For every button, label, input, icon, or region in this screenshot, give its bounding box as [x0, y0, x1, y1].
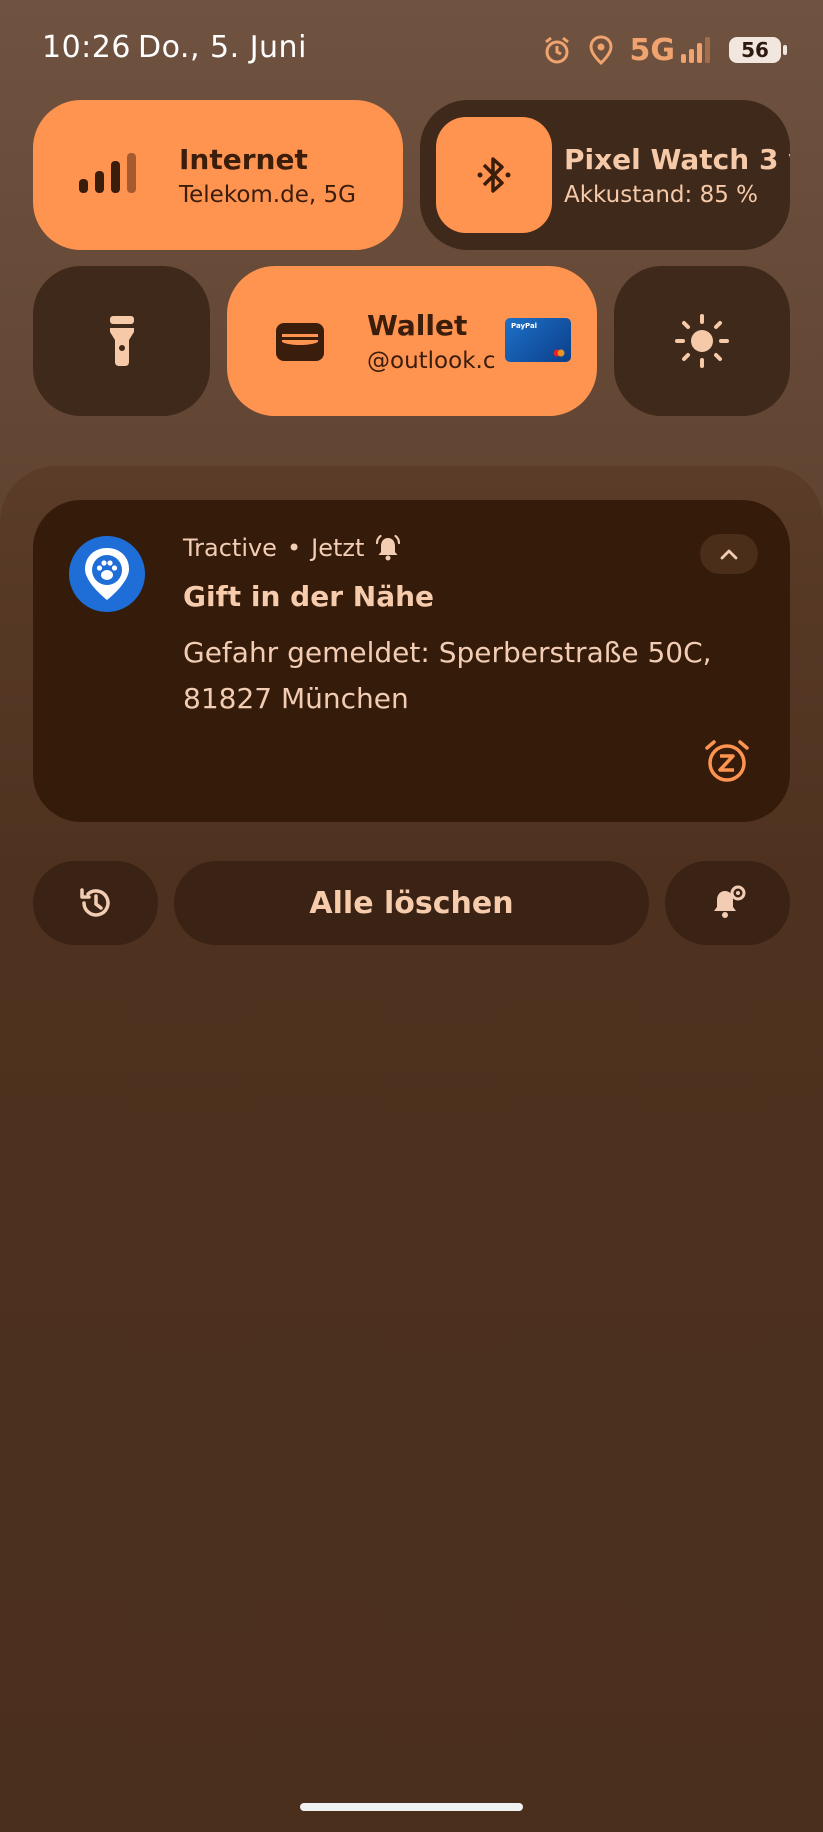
flashlight-icon	[109, 316, 134, 366]
notification-time: Jetzt	[311, 534, 365, 562]
bluetooth-toggle[interactable]	[436, 117, 552, 233]
internet-title: Internet	[179, 142, 308, 176]
status-icons: 5G 56	[542, 30, 787, 70]
notification-settings-icon	[713, 885, 745, 918]
date: Do., 5. Juni	[138, 30, 307, 65]
chevron-up-icon	[720, 549, 738, 560]
bluetooth-device-tile[interactable]: Pixel Watch 3 v Akkustand: 85 %	[420, 100, 790, 250]
brightness-tile[interactable]	[614, 266, 790, 416]
clear-all-button[interactable]: Alle löschen	[174, 861, 649, 945]
internet-subtitle: Telekom.de, 5G	[179, 181, 356, 208]
notification-body: Gefahr gemeldet: Sperberstraße 50C, 8182…	[183, 636, 712, 715]
notification-settings-button[interactable]	[665, 861, 790, 945]
status-bar: 10:26 Do., 5. Juni 5G 56	[0, 0, 823, 100]
tractive-app-icon	[69, 536, 145, 612]
wallet-tile[interactable]: Wallet @outlook.c PayPal	[227, 266, 597, 416]
history-icon	[79, 888, 110, 917]
wallet-title: Wallet	[367, 308, 468, 342]
collapse-button[interactable]	[700, 534, 758, 574]
clock: 10:26	[42, 30, 131, 65]
battery-icon: 56	[729, 37, 787, 63]
bluetooth-icon	[477, 157, 511, 193]
battery-level: 56	[741, 38, 769, 62]
signal-icon	[681, 37, 710, 63]
notification-history-button[interactable]	[33, 861, 158, 945]
notification-card[interactable]: Tractive • Jetzt Gift in der Nähe Gefahr…	[33, 500, 790, 822]
snooze-button[interactable]	[704, 738, 750, 788]
alert-bell-icon	[376, 534, 401, 561]
brightness-icon	[675, 314, 729, 368]
snooze-icon	[705, 740, 749, 782]
bluetooth-device-name: Pixel Watch 3 v	[564, 142, 790, 176]
location-icon	[588, 35, 614, 65]
flashlight-tile[interactable]	[33, 266, 210, 416]
internet-tile[interactable]: Internet Telekom.de, 5G	[33, 100, 403, 250]
network-indicator: 5G	[630, 33, 714, 68]
alarm-icon	[542, 35, 572, 65]
notification-separator: •	[286, 534, 302, 562]
notification-header: Tractive • Jetzt	[183, 534, 402, 562]
card-brand: PayPal	[511, 322, 538, 330]
network-type: 5G	[629, 32, 676, 68]
signal-icon	[77, 151, 143, 199]
notification-title: Gift in der Nähe	[183, 580, 435, 613]
wallet-account: @outlook.c	[367, 347, 496, 374]
wallet-icon	[276, 323, 324, 361]
mastercard-icon	[553, 349, 565, 357]
home-gesture-bar[interactable]	[300, 1803, 523, 1811]
wallet-card-image: PayPal	[505, 318, 571, 362]
bluetooth-device-battery: Akkustand: 85 %	[564, 181, 759, 208]
notification-app-name: Tractive	[183, 534, 277, 562]
